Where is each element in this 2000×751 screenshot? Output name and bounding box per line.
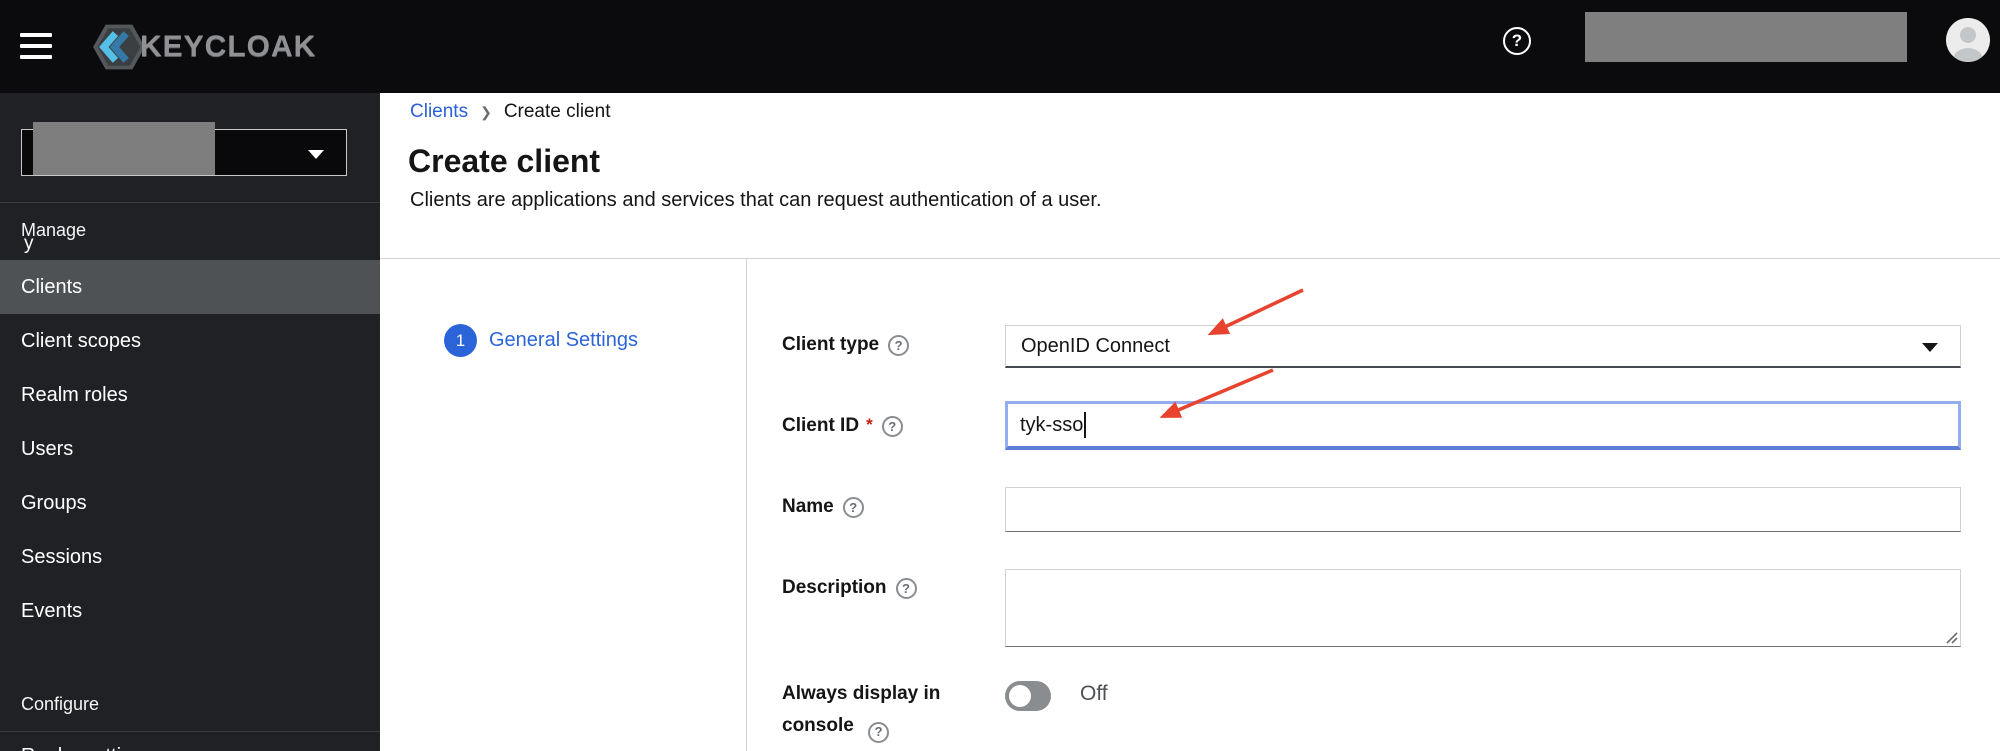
step-number-badge: 1	[444, 324, 477, 357]
resize-grip-icon[interactable]	[1943, 629, 1959, 645]
client-type-select[interactable]: OpenID Connect	[1005, 325, 1961, 368]
wizard-step-general-settings[interactable]: 1 General Settings	[444, 324, 638, 357]
client-type-label: Client type ?	[782, 334, 910, 356]
section-divider	[380, 258, 2000, 259]
breadcrumb: Clients ❯ Create client	[410, 101, 610, 123]
nav-section-configure: Configure	[21, 694, 100, 714]
sidebar-divider	[0, 202, 380, 203]
step-label: General Settings	[489, 329, 638, 351]
chevron-right-icon: ❯	[480, 103, 492, 120]
keycloak-logo[interactable]: KEYCLOAK	[90, 22, 316, 72]
client-id-label: Client ID * ?	[782, 415, 903, 437]
text-cursor	[1084, 412, 1087, 438]
toggle-knob	[1009, 685, 1031, 707]
caret-down-icon	[1922, 343, 1938, 352]
name-input[interactable]	[1005, 487, 1961, 532]
client-id-value: tyk-sso	[1020, 413, 1084, 436]
sidebar-item-groups[interactable]: Groups	[0, 476, 380, 530]
description-label: Description ?	[782, 577, 917, 599]
username-redaction-box	[1585, 12, 1907, 62]
always-display-toggle[interactable]	[1005, 681, 1051, 711]
required-asterisk: *	[866, 415, 873, 434]
help-icon[interactable]: ?	[842, 496, 864, 518]
client-id-input[interactable]: tyk-sso	[1005, 401, 1961, 450]
always-display-label: Always display in console ?	[782, 678, 954, 743]
page-title: Create client	[408, 143, 601, 179]
sidebar-item-client-scopes[interactable]: Client scopes	[0, 314, 380, 368]
sidebar-item-realm-settings[interactable]: Realm settings	[21, 745, 153, 751]
help-icon[interactable]: ?	[895, 577, 917, 599]
sidebar-item-events[interactable]: Events	[0, 584, 380, 638]
help-icon[interactable]: ?	[1503, 27, 1531, 55]
hamburger-menu-icon[interactable]	[20, 33, 52, 59]
avatar-icon[interactable]	[1946, 18, 1990, 62]
brand-wordmark: KEYCLOAK	[140, 30, 317, 63]
wizard-divider	[746, 259, 747, 751]
realm-name-fragment: y	[24, 233, 34, 254]
breadcrumb-link-clients[interactable]: Clients	[410, 101, 468, 123]
sidebar-nav: y Manage Clients Client scopes Realm rol…	[0, 93, 380, 751]
toggle-state-label: Off	[1080, 682, 1108, 705]
page-subtitle: Clients are applications and services th…	[410, 189, 1102, 211]
sidebar-item-users[interactable]: Users	[0, 422, 380, 476]
sidebar-item-sessions[interactable]: Sessions	[0, 530, 380, 584]
sidebar-divider	[0, 731, 380, 732]
nav-list: Clients Client scopes Realm roles Users …	[0, 260, 380, 638]
top-bar: KEYCLOAK ?	[0, 0, 2000, 93]
client-type-value: OpenID Connect	[1021, 334, 1170, 357]
help-icon[interactable]: ?	[888, 334, 910, 356]
help-icon[interactable]: ?	[881, 415, 903, 437]
sidebar-item-realm-roles[interactable]: Realm roles	[0, 368, 380, 422]
chevron-down-icon	[308, 150, 324, 159]
help-icon[interactable]: ?	[868, 721, 890, 743]
name-label: Name ?	[782, 496, 864, 518]
realm-redaction-box	[33, 122, 215, 175]
sidebar-item-clients[interactable]: Clients	[0, 260, 380, 314]
keycloak-admin-console: KEYCLOAK ? y Manage Clients Client scope…	[0, 0, 2000, 751]
description-textarea[interactable]	[1005, 569, 1961, 647]
breadcrumb-current: Create client	[503, 101, 611, 122]
main-content: Clients ❯ Create client Create client Cl…	[380, 93, 2000, 751]
